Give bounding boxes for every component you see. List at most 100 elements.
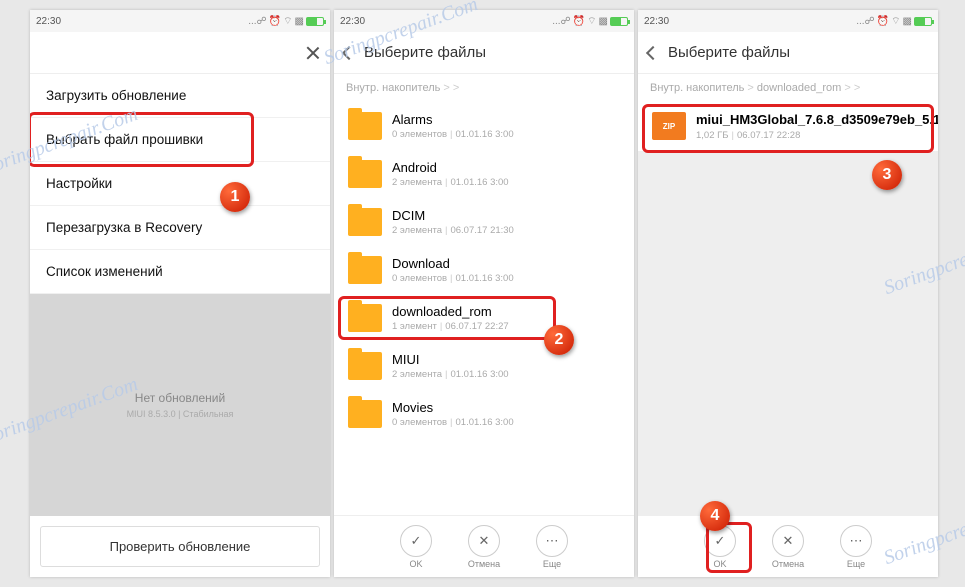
status-bar: 22:30 ...☍ ⏰ ⌔ ▩	[638, 10, 938, 32]
x-icon: ✕	[772, 525, 804, 557]
dots-icon: ...☍	[248, 16, 266, 27]
step-badge-2: 2	[544, 325, 574, 355]
cancel-button[interactable]: ✕ Отмена	[759, 525, 817, 569]
file-meta: 1,02 ГБ|06.07.17 22:28	[696, 130, 938, 141]
ok-button[interactable]: ✓ OK	[691, 525, 749, 569]
update-settings-screen: 22:30 ...☍ ⏰ ⌔ ▩ Загрузить обновление Вы…	[30, 10, 330, 577]
menu-load-update[interactable]: Загрузить обновление	[30, 74, 330, 118]
title-text: Выберите файлы	[668, 44, 790, 61]
status-bar: 22:30 ...☍ ⏰ ⌔ ▩	[30, 10, 330, 32]
bottom-actions: ✓ OK ✕ Отмена ⋯ Еще	[638, 515, 938, 577]
action-label: Отмена	[468, 559, 500, 569]
wifi-icon: ⌔	[283, 15, 292, 28]
title-text: Выберите файлы	[364, 44, 486, 61]
battery-icon	[914, 17, 932, 26]
file-picker-files-screen: 22:30 ...☍ ⏰ ⌔ ▩ Выберите файлы Внутр. н…	[638, 10, 938, 577]
folder-icon	[348, 160, 382, 188]
zip-icon: ZIP	[652, 112, 686, 140]
action-label: OK	[409, 559, 422, 569]
folder-name: Android	[392, 160, 620, 175]
breadcrumb-root: Внутр. накопитель	[346, 82, 440, 94]
menu-choose-firmware[interactable]: Выбрать файл прошивки	[30, 118, 330, 162]
x-icon: ✕	[468, 525, 500, 557]
status-time: 22:30	[340, 16, 365, 27]
folder-icon	[348, 112, 382, 140]
ok-button[interactable]: ✓ OK	[387, 525, 445, 569]
folder-meta: 0 элементов|01.01.16 3:00	[392, 273, 620, 284]
folder-icon	[348, 208, 382, 236]
action-label: OK	[713, 559, 726, 569]
dots-icon: ...☍	[552, 16, 570, 27]
check-updates-button[interactable]: Проверить обновление	[40, 526, 320, 567]
no-updates-panel: Нет обновлений MIUI 8.5.3.0 | Стабильная	[30, 294, 330, 516]
file-picker-folders-screen: 22:30 ...☍ ⏰ ⌔ ▩ Выберите файлы Внутр. н…	[334, 10, 634, 577]
status-icons: ...☍ ⏰ ⌔ ▩	[856, 15, 932, 28]
folder-name: Movies	[392, 400, 620, 415]
folder-icon	[348, 256, 382, 284]
folder-alarms[interactable]: Alarms 0 элементов|01.01.16 3:00	[334, 102, 634, 150]
folder-meta: 1 элемент|06.07.17 22:27	[392, 321, 620, 332]
step-badge-1: 1	[220, 182, 250, 212]
more-button[interactable]: ⋯ Еще	[827, 525, 885, 569]
back-icon[interactable]	[646, 45, 660, 59]
breadcrumb[interactable]: Внутр. накопитель >	[334, 74, 634, 102]
action-label: Еще	[847, 559, 865, 569]
breadcrumb-root: Внутр. накопитель	[650, 82, 744, 94]
menu-label: Выбрать файл прошивки	[46, 132, 203, 147]
dots-icon: ...☍	[856, 16, 874, 27]
folder-text: Android 2 элемента|01.01.16 3:00	[392, 160, 620, 188]
alarm-icon: ⏰	[877, 16, 889, 27]
folder-icon	[348, 304, 382, 332]
status-bar: 22:30 ...☍ ⏰ ⌔ ▩	[334, 10, 634, 32]
file-rom-zip[interactable]: ZIP miui_HM3Global_7.6.8_d3509e79eb_5.1.…	[638, 102, 938, 151]
menu-label: Список изменений	[46, 264, 163, 279]
folder-downloaded-rom[interactable]: downloaded_rom 1 элемент|06.07.17 22:27	[334, 294, 634, 342]
folder-name: Download	[392, 256, 620, 271]
title-bar	[30, 32, 330, 74]
file-text: miui_HM3Global_7.6.8_d3509e79eb_5.1.zip …	[696, 112, 938, 141]
folder-meta: 0 элементов|01.01.16 3:00	[392, 129, 620, 140]
version-text: MIUI 8.5.3.0 | Стабильная	[127, 409, 234, 419]
folder-name: MIUI	[392, 352, 620, 367]
close-icon[interactable]	[304, 45, 320, 61]
folder-download[interactable]: Download 0 элементов|01.01.16 3:00	[334, 246, 634, 294]
menu-settings[interactable]: Настройки	[30, 162, 330, 206]
title-bar: Выберите файлы	[638, 32, 938, 74]
back-icon[interactable]	[342, 45, 356, 59]
action-label: Отмена	[772, 559, 804, 569]
status-time: 22:30	[644, 16, 669, 27]
folder-text: downloaded_rom 1 элемент|06.07.17 22:27	[392, 304, 620, 332]
alarm-icon: ⏰	[269, 16, 281, 27]
cancel-button[interactable]: ✕ Отмена	[455, 525, 513, 569]
folder-icon	[348, 400, 382, 428]
folder-dcim[interactable]: DCIM 2 элемента|06.07.17 21:30	[334, 198, 634, 246]
alarm-icon: ⏰	[573, 16, 585, 27]
wifi-icon: ⌔	[587, 15, 596, 28]
cell-icon: ▩	[903, 16, 912, 27]
update-menu: Загрузить обновление Выбрать файл прошив…	[30, 74, 330, 294]
cell-icon: ▩	[599, 16, 608, 27]
folder-text: Movies 0 элементов|01.01.16 3:00	[392, 400, 620, 428]
folder-meta: 0 элементов|01.01.16 3:00	[392, 417, 620, 428]
check-icon: ✓	[400, 525, 432, 557]
folder-miui[interactable]: MIUI 2 элемента|01.01.16 3:00	[334, 342, 634, 390]
folder-android[interactable]: Android 2 элемента|01.01.16 3:00	[334, 150, 634, 198]
file-name: miui_HM3Global_7.6.8_d3509e79eb_5.1.zip	[696, 112, 938, 128]
bottom-actions: ✓ OK ✕ Отмена ⋯ Еще	[334, 515, 634, 577]
title-bar: Выберите файлы	[334, 32, 634, 74]
folder-list: Alarms 0 элементов|01.01.16 3:00 Android…	[334, 102, 634, 515]
breadcrumb[interactable]: Внутр. накопитель downloaded_rom >	[638, 74, 938, 102]
folder-movies[interactable]: Movies 0 элементов|01.01.16 3:00	[334, 390, 634, 438]
menu-reboot-recovery[interactable]: Перезагрузка в Recovery	[30, 206, 330, 250]
folder-icon	[348, 352, 382, 380]
status-icons: ...☍ ⏰ ⌔ ▩	[248, 15, 324, 28]
folder-text: MIUI 2 элемента|01.01.16 3:00	[392, 352, 620, 380]
menu-label: Перезагрузка в Recovery	[46, 220, 202, 235]
step-badge-3: 3	[872, 160, 902, 190]
cell-icon: ▩	[295, 16, 304, 27]
folder-text: DCIM 2 элемента|06.07.17 21:30	[392, 208, 620, 236]
menu-changelog[interactable]: Список изменений	[30, 250, 330, 294]
folder-meta: 2 элемента|01.01.16 3:00	[392, 177, 620, 188]
more-button[interactable]: ⋯ Еще	[523, 525, 581, 569]
folder-text: Alarms 0 элементов|01.01.16 3:00	[392, 112, 620, 140]
